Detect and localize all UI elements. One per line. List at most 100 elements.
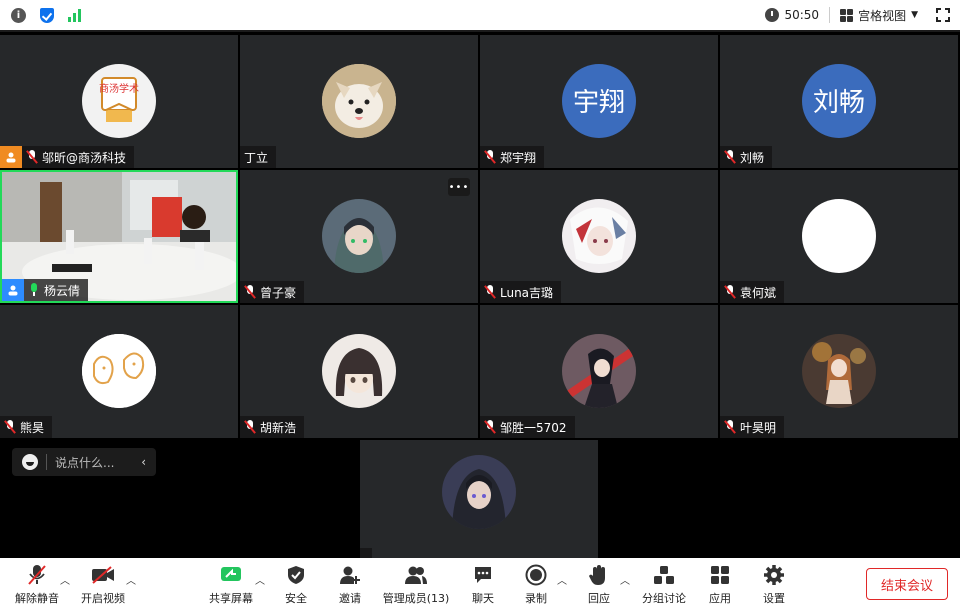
reaction-hand-icon	[588, 563, 610, 587]
avatar	[322, 63, 396, 138]
unmute-button[interactable]: 解除静音	[13, 558, 61, 610]
participant-name: 袁何斌	[740, 285, 777, 300]
participant-name: Luna吉璐	[500, 285, 554, 300]
chevron-up-icon[interactable]: ︿	[60, 572, 70, 587]
participant-name: 郑宇翔	[500, 150, 537, 165]
anime-avatar-icon	[562, 333, 636, 408]
fullscreen-icon[interactable]	[935, 7, 951, 23]
participant-name-tag: Luna吉璐	[480, 281, 562, 303]
mic-muted-icon	[4, 420, 16, 434]
view-switch-button[interactable]: 宫格视图 ▼	[840, 7, 918, 24]
participant-name-tag: 袁何斌	[720, 281, 785, 303]
mic-muted-icon	[484, 150, 496, 164]
dog-photo-icon	[322, 63, 396, 138]
apps-button[interactable]: 应用	[705, 558, 735, 610]
participants-icon	[404, 563, 428, 587]
video-tile[interactable]	[360, 440, 598, 558]
avatar	[82, 333, 156, 408]
mic-muted-icon	[27, 563, 47, 587]
network-signal-icon[interactable]	[68, 8, 81, 22]
chevron-up-icon[interactable]: ︿	[620, 572, 630, 587]
chevron-up-icon[interactable]: ︿	[126, 572, 136, 587]
camera-off-icon	[91, 563, 115, 587]
end-meeting-button[interactable]: 结束会议	[866, 568, 948, 600]
chat-input-box[interactable]: 说点什么... ‹	[12, 448, 156, 476]
participant-name-tag: 郑宇翔	[480, 146, 545, 168]
participant-name: 刘畅	[740, 150, 765, 165]
chat-button[interactable]: 聊天	[468, 558, 498, 610]
avatar	[322, 333, 396, 408]
avatar	[562, 198, 636, 273]
settings-button[interactable]: 设置	[759, 558, 789, 610]
participant-name: 邹胜一5702	[500, 420, 567, 435]
video-tile[interactable]: 熊昊	[0, 305, 238, 438]
video-tile[interactable]: 丁立	[240, 35, 478, 168]
meeting-toolbar: 解除静音 ︿ 开启视频 ︿ 共享屏幕 ︿ 安全 邀请 管理成员(13) 聊天 录…	[0, 558, 960, 610]
reactions-label: 回应	[588, 591, 610, 605]
svg-text:商汤学术: 商汤学术	[99, 82, 139, 95]
info-icon[interactable]: i	[11, 7, 26, 23]
share-screen-button[interactable]: 共享屏幕	[206, 558, 256, 610]
unmute-label: 解除静音	[15, 591, 59, 605]
chevron-down-icon: ▼	[911, 10, 918, 20]
mic-muted-icon	[724, 285, 736, 299]
share-screen-label: 共享屏幕	[209, 591, 253, 605]
video-tile[interactable]: Luna吉璐	[480, 170, 718, 303]
participant-name-tag: 邹胜一5702	[480, 416, 575, 438]
participants-button[interactable]: 管理成员(13)	[380, 558, 452, 610]
video-tile[interactable]: 宇翔 郑宇翔	[480, 35, 718, 168]
apps-grid-icon	[710, 563, 730, 587]
video-tile[interactable]: 叶昊明	[720, 305, 958, 438]
video-tile[interactable]: 商汤学术 邬昕@商汤科技	[0, 35, 238, 168]
add-user-icon	[339, 563, 361, 587]
participant-name: 曾子豪	[260, 285, 297, 300]
invite-button[interactable]: 邀请	[335, 558, 365, 610]
dogs-drawing-icon	[82, 333, 156, 408]
record-button[interactable]: 录制	[521, 558, 551, 610]
participant-name: 叶昊明	[740, 420, 777, 435]
record-icon	[525, 563, 547, 587]
breakout-rooms-icon	[653, 563, 675, 587]
video-tile-active-speaker[interactable]: 杨云倩	[0, 170, 238, 303]
avatar	[802, 333, 876, 408]
avatar: 宇翔	[562, 63, 636, 138]
video-tile[interactable]: ••• 曾子豪	[240, 170, 478, 303]
chevron-up-icon[interactable]: ︿	[557, 572, 567, 587]
more-options-button[interactable]: •••	[448, 178, 470, 196]
participant-name: 邬昕@商汤科技	[42, 150, 127, 165]
participant-name: 丁立	[244, 150, 269, 165]
participant-name-tag: 叶昊明	[720, 416, 785, 438]
chevron-up-icon[interactable]: ︿	[255, 572, 265, 587]
participant-name-tag	[360, 548, 372, 558]
avatar: 刘畅	[802, 63, 876, 138]
view-switch-label: 宫格视图	[858, 8, 907, 23]
mic-muted-icon	[484, 285, 496, 299]
video-tile[interactable]: 袁何斌	[720, 170, 958, 303]
participant-name-tag: 杨云倩	[2, 279, 89, 301]
encryption-shield-icon[interactable]	[40, 7, 54, 23]
chat-label: 聊天	[472, 591, 494, 605]
avatar	[562, 333, 636, 408]
participant-name: 熊昊	[20, 420, 45, 435]
participant-name-tag: 熊昊	[0, 416, 53, 438]
grid-view-icon	[840, 8, 854, 22]
chevron-left-icon[interactable]: ‹	[141, 455, 146, 469]
security-button[interactable]: 安全	[281, 558, 311, 610]
mic-muted-icon	[724, 420, 736, 434]
emoji-icon[interactable]	[22, 454, 38, 470]
reactions-button[interactable]: 回应	[584, 558, 614, 610]
avatar	[322, 198, 396, 273]
breakout-rooms-button[interactable]: 分组讨论	[640, 558, 688, 610]
invite-label: 邀请	[339, 591, 361, 605]
participant-name-tag: 刘畅	[720, 146, 773, 168]
video-tile[interactable]: 胡新浩	[240, 305, 478, 438]
breakout-rooms-label: 分组讨论	[642, 591, 686, 605]
video-tile[interactable]: 刘畅 刘畅	[720, 35, 958, 168]
participant-name-tag: 曾子豪	[240, 281, 305, 303]
video-tile[interactable]: 邹胜一5702	[480, 305, 718, 438]
meeting-timer: 50:50	[784, 8, 820, 22]
mic-muted-icon	[484, 420, 496, 434]
mic-muted-icon	[244, 285, 256, 299]
start-video-button[interactable]: 开启视频	[79, 558, 127, 610]
shield-icon	[287, 563, 305, 587]
